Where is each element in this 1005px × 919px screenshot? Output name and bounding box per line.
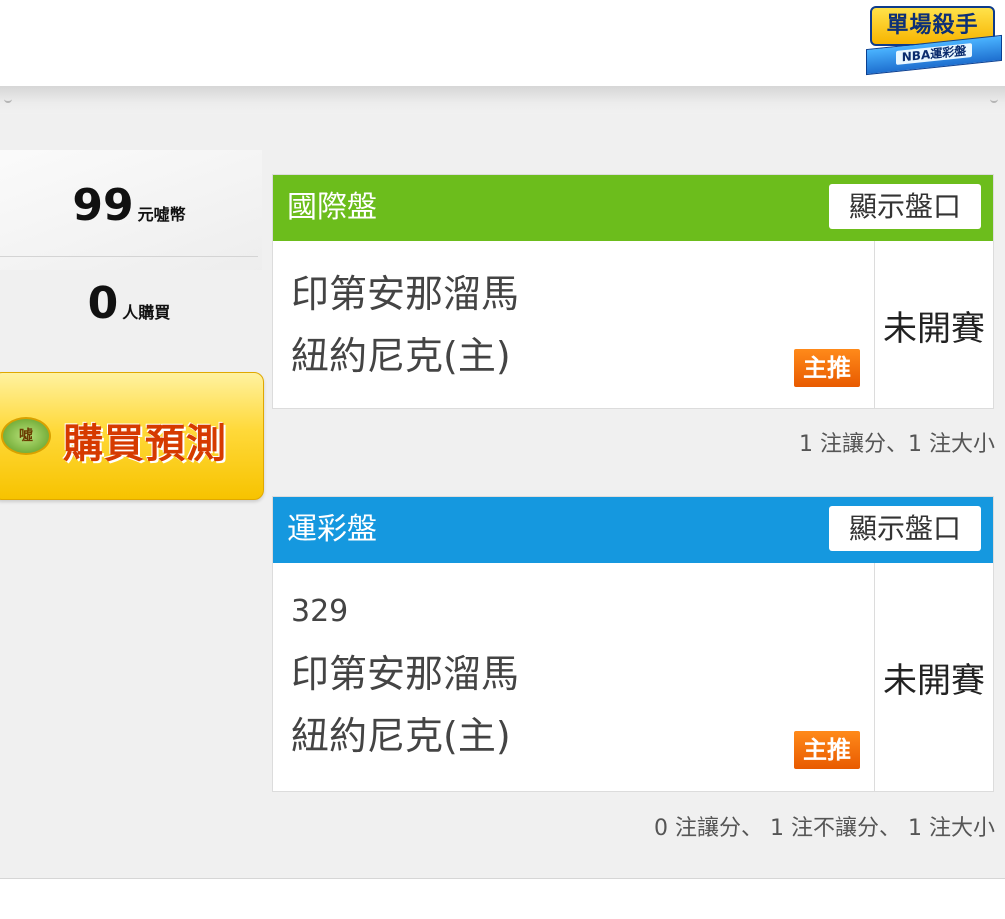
buyers-stat: 0 人購買 (0, 278, 258, 329)
international-line-card: 國際盤 顯示盤口 印第安那溜馬 紐約尼克(主) 主推 未開賽 (272, 174, 994, 409)
buy-prediction-label: 購買預測 (63, 421, 227, 467)
price-stat: 99 元噓幣 (0, 180, 258, 231)
matchup-body: 印第安那溜馬 紐約尼克(主) 主推 未開賽 (273, 241, 993, 409)
home-team: 紐約尼克(主) (291, 714, 511, 758)
card-header: 國際盤 顯示盤口 (273, 175, 993, 241)
page: 單場殺手 NBA運彩盤 99 元噓幣 0 人購買 噓 購買預測 國際盤 顯示盤口 印… (0, 0, 1005, 919)
away-team: 印第安那溜馬 (291, 652, 520, 696)
price-unit: 元噓幣 (137, 205, 186, 224)
card-title: 國際盤 (287, 190, 377, 225)
game-status: 未開賽 (874, 563, 993, 792)
home-team: 紐約尼克(主) (291, 334, 511, 378)
sports-lottery-line-card: 運彩盤 顯示盤口 329 印第安那溜馬 紐約尼克(主) 主推 未開賽 (272, 496, 994, 792)
card-title: 運彩盤 (287, 512, 377, 547)
coin-icon: 噓 (1, 417, 51, 455)
game-status: 未開賽 (874, 241, 993, 409)
show-odds-button[interactable]: 顯示盤口 (829, 184, 981, 229)
buy-prediction-button[interactable]: 噓 購買預測 (0, 372, 264, 500)
purchase-panel: 99 元噓幣 0 人購買 噓 購買預測 (0, 150, 264, 510)
international-bet-summary: 1 注讓分、1 注大小 (799, 432, 995, 457)
show-odds-button[interactable]: 顯示盤口 (829, 506, 981, 551)
matchup-body: 329 印第安那溜馬 紐約尼克(主) 主推 未開賽 (273, 563, 993, 792)
away-team: 印第安那溜馬 (291, 272, 520, 316)
stat-divider (0, 256, 258, 257)
footer-area (0, 879, 1005, 919)
price-value: 99 (72, 180, 134, 231)
featured-tag: 主推 (794, 349, 860, 387)
card-header: 運彩盤 顯示盤口 (273, 497, 993, 563)
header-shadow (0, 86, 1005, 114)
header-bar (0, 0, 1005, 87)
buyers-value: 0 (87, 278, 119, 329)
teams: 印第安那溜馬 紐約尼克(主) (291, 263, 519, 387)
single-game-killer-badge: 單場殺手 NBA運彩盤 (858, 0, 1005, 86)
badge-subtitle: NBA運彩盤 (895, 42, 973, 66)
buyers-unit: 人購買 (122, 303, 171, 322)
game-number: 329 (291, 594, 349, 629)
sports-lottery-bet-summary: 0 注讓分、 1 注不讓分、 1 注大小 (654, 816, 995, 841)
featured-tag: 主推 (794, 731, 860, 769)
teams: 329 印第安那溜馬 紐約尼克(主) (291, 581, 519, 767)
